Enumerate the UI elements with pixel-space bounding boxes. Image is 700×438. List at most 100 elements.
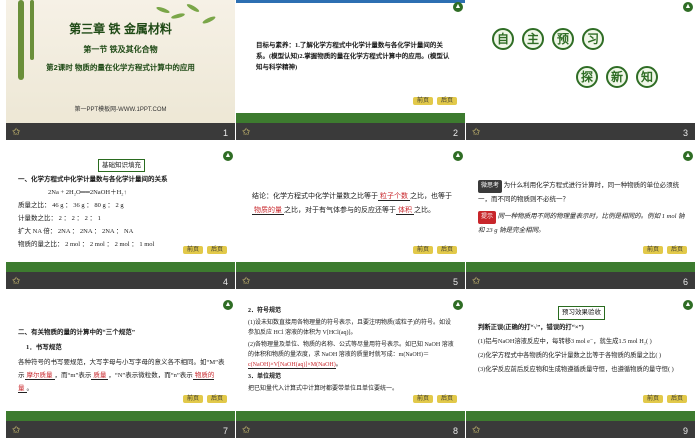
star-icon[interactable]: ✩ bbox=[242, 425, 250, 436]
star-icon[interactable]: ✩ bbox=[242, 127, 250, 138]
star-icon[interactable]: ✩ bbox=[12, 276, 20, 287]
sub-heading: 2．符号规范 bbox=[248, 308, 282, 314]
slide-sorter-grid: 第三章 铁 金属材料 第一节 铁及其化合物 第2课时 物质的量在化学方程式计算中… bbox=[0, 0, 700, 438]
next-page-button[interactable]: 后页 bbox=[437, 97, 457, 105]
self-study-row: 自主预习 bbox=[488, 28, 608, 50]
leaf-decoration bbox=[155, 5, 171, 15]
rule-text: ，而“m”表示 bbox=[54, 372, 92, 379]
next-page-button[interactable]: 后页 bbox=[437, 395, 457, 403]
green-footer-bar: 前页 后页 bbox=[236, 246, 465, 272]
conclusion-part: 之比，也等于 bbox=[410, 192, 452, 200]
quiz-item: (3)化学反应前后反应物和生成物遵循质量守恒，也遵循物质的量守恒( ) bbox=[478, 366, 674, 373]
slide-caption-bar: ✩ 1 bbox=[6, 123, 235, 140]
leaf-decoration bbox=[185, 2, 201, 14]
next-page-button[interactable]: 后页 bbox=[207, 246, 227, 254]
top-accent-bar bbox=[236, 0, 465, 3]
prev-page-button[interactable]: 前页 bbox=[413, 97, 433, 105]
star-icon[interactable]: ✩ bbox=[12, 127, 20, 138]
hint-tag: 提示 bbox=[478, 211, 497, 224]
slide-caption-bar: ✩ 4 bbox=[6, 272, 235, 289]
leaf-decoration bbox=[170, 12, 186, 20]
conclusion-text: 结论：化学方程式中化学计量数之比等于 粒子个数 之比，也等于物质的量 之比，对于有气体… bbox=[252, 189, 455, 217]
symbol-rules-text: 2．符号规范 (1)设未知数直接用各物理量的符号表示，且要注明物质(或粒子)的符… bbox=[248, 306, 455, 396]
next-page-button[interactable]: 后页 bbox=[207, 395, 227, 403]
slide-number: 5 bbox=[452, 277, 458, 287]
slide-content: ▲ 自主预习 探新知 bbox=[466, 0, 695, 123]
answer-blank: 摩尔质量 bbox=[24, 372, 55, 380]
slide-content: 第三章 铁 金属材料 第一节 铁及其化合物 第2课时 物质的量在化学方程式计算中… bbox=[6, 0, 235, 123]
ratio-row: 扩大 NA 倍： 2NA ： 2NA ： 2NA ： NA bbox=[18, 228, 134, 235]
rule-paragraph: (2)各物理量及单位、物质的名称、公式等尽量用符号表示。如已知 NaOH 溶液的… bbox=[248, 342, 454, 358]
answer-blank: 粒子个数 bbox=[378, 192, 410, 201]
slide-caption-bar: ✩ 9 bbox=[466, 421, 695, 438]
chapter-title: 第三章 铁 金属材料 bbox=[69, 22, 172, 36]
section-box-title: 基础知识填充 bbox=[98, 159, 145, 172]
prev-page-button[interactable]: 前页 bbox=[183, 395, 203, 403]
up-arrow-icon[interactable]: ▲ bbox=[223, 300, 233, 310]
conclusion-part: 之比，对于有气体参与的反应还等于 bbox=[284, 206, 396, 214]
slide-thumbnail-7[interactable]: ▲ 二、有关物质的量的计算中的“三个规范” 1．书写规范 各种符号的书写要规范，… bbox=[6, 298, 235, 438]
nav-buttons: 前页 后页 bbox=[183, 246, 227, 254]
slide-thumbnail-2[interactable]: ▲ 目标与素养：1.了解化学方程式中化学计量数与各化学计量间的关系。(模型认知)… bbox=[236, 0, 465, 140]
slide-number: 7 bbox=[222, 426, 228, 436]
star-icon[interactable]: ✩ bbox=[472, 425, 480, 436]
round-character: 主 bbox=[522, 28, 544, 50]
slide-number: 4 bbox=[222, 277, 228, 287]
round-character: 新 bbox=[606, 66, 628, 88]
slide-number: 1 bbox=[222, 128, 228, 138]
nav-buttons: 前页 后页 bbox=[413, 97, 457, 105]
formula: c(NaOH)×V[NaOH(aq)]×M(NaOH) bbox=[248, 362, 336, 369]
slide-thumbnail-3[interactable]: ▲ 自主预习 探新知 ✩ 3 bbox=[466, 0, 695, 140]
hint-answer: 同一种物质用不同的物理量表示时，比例是相同的。例如 1 mol 钠和 23 g … bbox=[478, 213, 685, 234]
prev-page-button[interactable]: 前页 bbox=[413, 246, 433, 254]
ratio-row: 计量数之比： 2 ： 2 ： 2 ： 1 bbox=[18, 215, 101, 222]
answer-blank: 物质的量 bbox=[252, 206, 284, 215]
answer-blank: 质量 bbox=[91, 372, 109, 380]
slide-caption-bar: ✩ 2 bbox=[236, 123, 465, 140]
slide-caption-bar: ✩ 5 bbox=[236, 272, 465, 289]
next-page-button[interactable]: 后页 bbox=[667, 246, 687, 254]
prev-page-button[interactable]: 前页 bbox=[183, 246, 203, 254]
up-arrow-icon[interactable]: ▲ bbox=[453, 151, 463, 161]
star-icon[interactable]: ✩ bbox=[472, 127, 480, 138]
next-page-button[interactable]: 后页 bbox=[437, 246, 457, 254]
star-icon[interactable]: ✩ bbox=[242, 276, 250, 287]
up-arrow-icon[interactable]: ▲ bbox=[683, 2, 693, 12]
section-title: 第一节 铁及其化合物 bbox=[83, 45, 158, 54]
knowledge-text: 基础知识填充 一、化学方程式中化学计量数与各化学计量间的关系 2Na + 2H₂… bbox=[18, 159, 225, 252]
slide-thumbnail-9[interactable]: ▲ 预习效果验收 判断正误(正确的打“√”，错误的打“×”) (1)铝与NaOH… bbox=[466, 298, 695, 438]
prev-page-button[interactable]: 前页 bbox=[643, 395, 663, 403]
star-icon[interactable]: ✩ bbox=[12, 425, 20, 436]
slide-caption-bar: ✩ 7 bbox=[6, 421, 235, 438]
up-arrow-icon[interactable]: ▲ bbox=[683, 151, 693, 161]
sub-heading: 1．书写规范 bbox=[26, 344, 62, 351]
next-page-button[interactable]: 后页 bbox=[667, 395, 687, 403]
green-footer-bar: 前页 后页 bbox=[6, 246, 235, 272]
green-footer-bar: 前页 后页 bbox=[466, 246, 695, 272]
slide-thumbnail-8[interactable]: ▲ 2．符号规范 (1)设未知数直接用各物理量的符号表示，且要注明物质(或粒子)… bbox=[236, 298, 465, 438]
prev-page-button[interactable]: 前页 bbox=[413, 395, 433, 403]
slide-thumbnail-6[interactable]: ▲ 微思考 为什么利用化学方程式进行计算时，同一种物质的单位必须统一，而不同的物… bbox=[466, 149, 695, 289]
slide-thumbnail-4[interactable]: ▲ 基础知识填充 一、化学方程式中化学计量数与各化学计量间的关系 2Na + 2… bbox=[6, 149, 235, 289]
nav-buttons: 前页 后页 bbox=[413, 246, 457, 254]
think-text: 微思考 为什么利用化学方程式进行计算时，同一种物质的单位必须统一，而不同的物质则… bbox=[478, 179, 685, 239]
prev-page-button[interactable]: 前页 bbox=[643, 246, 663, 254]
rule-text: 。 bbox=[26, 385, 34, 392]
star-icon[interactable]: ✩ bbox=[472, 276, 480, 287]
slide-number: 6 bbox=[682, 277, 688, 287]
objectives-text: 目标与素养：1.了解化学方程式中化学计量数与各化学计量间的关系。(模型认知)2.… bbox=[256, 40, 451, 75]
slide-number: 9 bbox=[682, 426, 688, 436]
slide-thumbnail-5[interactable]: ▲ 结论：化学方程式中化学计量数之比等于 粒子个数 之比，也等于物质的量 之比，对于有… bbox=[236, 149, 465, 289]
rule-paragraph: 。 bbox=[335, 362, 342, 368]
slide-thumbnail-1[interactable]: 第三章 铁 金属材料 第一节 铁及其化合物 第2课时 物质的量在化学方程式计算中… bbox=[6, 0, 235, 140]
green-footer-bar: 前页 后页 bbox=[236, 97, 465, 123]
answer-blank: 体积 bbox=[396, 206, 414, 215]
slide-caption-bar: ✩ 6 bbox=[466, 272, 695, 289]
sub-heading: 3．单位规范 bbox=[248, 374, 282, 380]
slide-caption-bar: ✩ 8 bbox=[236, 421, 465, 438]
slide-number: 8 bbox=[452, 426, 458, 436]
up-arrow-icon[interactable]: ▲ bbox=[453, 2, 463, 12]
heading: 一、化学方程式中化学计量数与各化学计量间的关系 bbox=[18, 176, 168, 183]
round-character: 知 bbox=[636, 66, 658, 88]
conclusion-part: 结论：化学方程式中化学计量数之比等于 bbox=[252, 192, 378, 200]
